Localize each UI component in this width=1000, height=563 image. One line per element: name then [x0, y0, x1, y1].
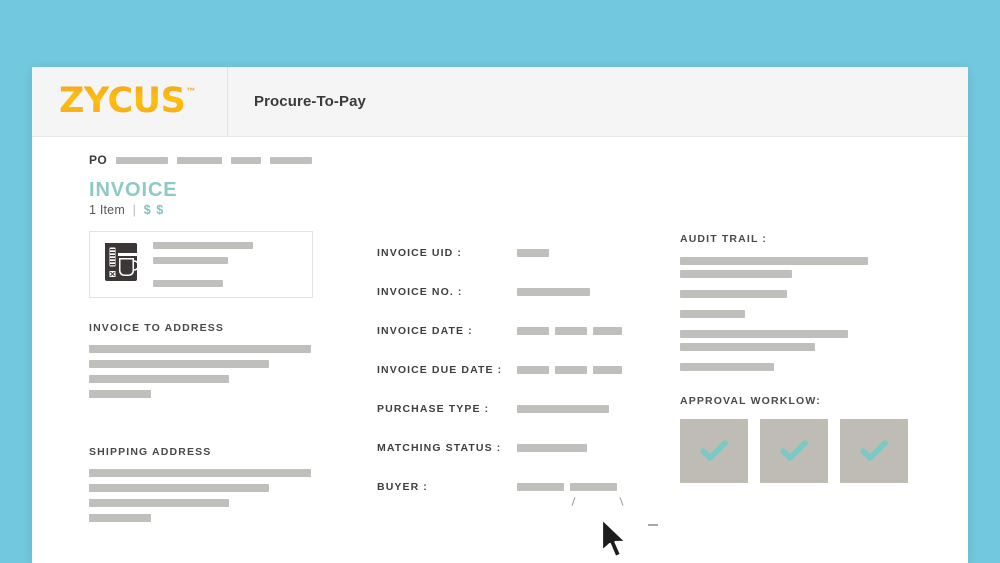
audit-bar — [679, 330, 848, 338]
po-row: PO — [32, 151, 968, 169]
left-column: INVOICE TO ADDRESS SHIPPING ADDRESS — [89, 231, 377, 522]
field-row-invoice-uid: INVOICE UID : — [377, 233, 680, 272]
invoice-to-address-lines — [89, 345, 377, 398]
decorative-tick — [571, 497, 576, 506]
address-bar — [89, 360, 269, 368]
address-bar — [89, 345, 311, 353]
field-value — [517, 482, 618, 491]
value-bar — [555, 365, 588, 374]
audit-bar — [679, 270, 792, 278]
field-label: INVOICE DATE : — [377, 324, 473, 337]
module-title: Procure-To-Pay — [254, 93, 366, 110]
value-bar — [517, 404, 610, 413]
check-icon — [780, 440, 808, 461]
value-bar — [517, 326, 550, 335]
shipping-address-section: SHIPPING ADDRESS — [89, 446, 377, 522]
address-bar — [89, 375, 229, 383]
right-column: AUDIT TRAIL : APPROVAL WORKLOW: — [679, 231, 968, 522]
audit-bar — [679, 363, 774, 371]
address-bar — [89, 469, 311, 477]
po-placeholder-bar — [116, 156, 169, 164]
po-label: PO — [89, 153, 108, 167]
zycus-logo[interactable]: ZYCUS ™ — [32, 84, 222, 119]
field-value — [517, 326, 623, 335]
value-bar — [593, 365, 623, 374]
field-label: BUYER : — [377, 480, 428, 493]
field-value — [517, 365, 623, 374]
audit-bar — [679, 310, 745, 318]
invoice-amount: $ $ — [143, 203, 165, 217]
approval-step-3[interactable] — [839, 419, 908, 483]
value-bar — [555, 326, 588, 335]
invoice-detail-content: PO INVOICE 1 Item | $ $ INVOICE TO ADDRE… — [32, 137, 968, 563]
value-bar — [517, 287, 591, 296]
field-row-buyer: BUYER : — [377, 467, 680, 506]
field-label: INVOICE DUE DATE : — [377, 363, 503, 376]
field-value — [517, 248, 550, 257]
field-row-invoice-due-date: INVOICE DUE DATE : — [377, 350, 680, 389]
value-bar — [517, 365, 550, 374]
address-bar — [89, 390, 151, 398]
approval-workflow-steps — [679, 419, 968, 483]
invoice-item-count: 1 Item — [89, 203, 125, 217]
approval-step-1[interactable] — [679, 419, 748, 483]
middle-column: INVOICE UID : INVOICE NO. : INVOICE DATE… — [377, 231, 680, 522]
app-header: ZYCUS ™ Procure-To-Pay — [32, 67, 968, 137]
shipping-address-lines — [89, 469, 377, 522]
approval-workflow-label: APPROVAL WORKLOW: — [679, 395, 821, 407]
field-row-matching-status: MATCHING STATUS : — [377, 428, 680, 467]
cursor-trail-dash — [648, 524, 658, 526]
application-window: ZYCUS ™ Procure-To-Pay PO INVOICE 1 Item… — [32, 67, 968, 563]
audit-trail-label: AUDIT TRAIL : — [679, 233, 768, 245]
coffee-maker-icon — [101, 240, 141, 289]
field-row-purchase-type: PURCHASE TYPE : — [377, 389, 680, 428]
line-item-card[interactable] — [89, 231, 313, 298]
approval-step-2[interactable] — [759, 419, 828, 483]
line-item-bar — [153, 257, 228, 264]
value-bar — [517, 482, 565, 491]
brand-wordmark: ZYCUS — [59, 81, 186, 121]
audit-trail-lines — [679, 257, 968, 371]
field-row-invoice-no: INVOICE NO. : — [377, 272, 680, 311]
invoice-to-address-section: INVOICE TO ADDRESS — [89, 322, 377, 398]
field-value — [517, 287, 591, 296]
summary-separator: | — [132, 203, 137, 217]
field-value — [517, 443, 588, 452]
decorative-tick — [619, 497, 624, 506]
line-item-placeholder-lines — [153, 242, 301, 287]
check-icon — [860, 440, 888, 461]
address-bar — [89, 499, 229, 507]
value-bar — [570, 482, 618, 491]
line-item-bar — [153, 280, 223, 287]
address-bar — [89, 484, 269, 492]
invoice-summary: 1 Item | $ $ — [89, 203, 968, 217]
field-label: MATCHING STATUS : — [377, 441, 502, 454]
address-bar — [89, 514, 151, 522]
field-row-invoice-date: INVOICE DATE : — [377, 311, 680, 350]
detail-columns: INVOICE TO ADDRESS SHIPPING ADDRESS INVO… — [32, 231, 968, 522]
invoice-heading-block: INVOICE 1 Item | $ $ — [32, 179, 968, 218]
po-placeholder-bar — [270, 156, 313, 164]
value-bar — [517, 248, 550, 257]
field-label: INVOICE UID : — [377, 246, 462, 259]
value-bar — [517, 443, 588, 452]
audit-bar — [679, 343, 815, 351]
line-item-bar — [153, 242, 253, 249]
trademark-symbol: ™ — [186, 86, 196, 96]
page-title: INVOICE — [89, 179, 178, 201]
field-label: INVOICE NO. : — [377, 285, 463, 298]
field-value — [517, 404, 610, 413]
po-placeholder-bar — [177, 156, 223, 164]
check-icon — [700, 440, 728, 461]
invoice-to-address-label: INVOICE TO ADDRESS — [89, 322, 225, 334]
shipping-address-label: SHIPPING ADDRESS — [89, 446, 212, 458]
po-placeholder-bar — [231, 156, 262, 164]
audit-bar — [679, 290, 787, 298]
value-bar — [593, 326, 623, 335]
field-label: PURCHASE TYPE : — [377, 402, 490, 415]
audit-bar — [679, 257, 868, 265]
